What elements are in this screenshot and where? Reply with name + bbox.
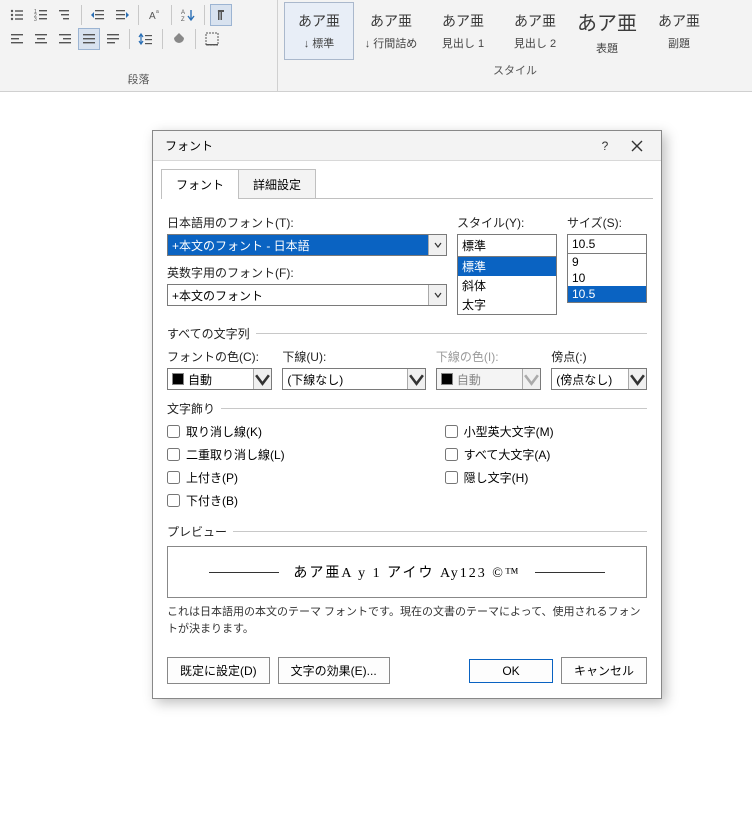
underline-combo[interactable]: (下線なし) — [282, 368, 426, 390]
style-label: スタイル(Y): — [457, 214, 557, 231]
preview-note: これは日本語用の本文のテーマ フォントです。現在の文書のテーマによって、使用され… — [167, 604, 647, 637]
ribbon: 123 Aa AZ — [0, 0, 752, 92]
align-center-icon[interactable] — [30, 28, 52, 50]
style-option[interactable]: 斜体 — [458, 276, 556, 295]
preview-label: プレビュー — [167, 523, 227, 540]
strike-checkbox[interactable]: 取り消し線(K) — [167, 423, 285, 440]
set-default-button[interactable]: 既定に設定(D) — [167, 657, 270, 684]
outdent-icon[interactable] — [87, 4, 109, 26]
dialog-titlebar: フォント ? — [153, 131, 661, 161]
style-nospacing[interactable]: あア亜↓ 行間詰め — [356, 2, 426, 60]
color-swatch-icon — [441, 373, 453, 385]
dialog-title: フォント — [165, 137, 589, 154]
indent-icon[interactable] — [111, 4, 133, 26]
style-option[interactable]: 太字 — [458, 295, 556, 314]
svg-text:3: 3 — [34, 17, 37, 23]
allcaps-checkbox[interactable]: すべて大文字(A) — [445, 446, 554, 463]
dialog-tabs: フォント 詳細設定 — [153, 161, 661, 199]
hidden-checkbox[interactable]: 隠し文字(H) — [445, 469, 554, 486]
text-effects-button[interactable]: 文字の効果(E)... — [278, 657, 390, 684]
align-distributed-icon[interactable] — [102, 28, 124, 50]
sort-icon[interactable]: AZ — [177, 4, 199, 26]
borders-icon[interactable] — [201, 28, 223, 50]
style-title[interactable]: あア亜表題 — [572, 2, 642, 60]
line-spacing-icon[interactable] — [135, 28, 157, 50]
ascii-font-label: 英数字用のフォント(F): — [167, 264, 447, 281]
style-subtitle[interactable]: あア亜副題 — [644, 2, 714, 60]
font-color-label: フォントの色(C): — [167, 348, 272, 365]
all-chars-label: すべての文字列 — [167, 325, 250, 342]
size-option[interactable]: 9 — [568, 254, 646, 270]
double-strike-checkbox[interactable]: 二重取り消し線(L) — [167, 446, 285, 463]
emphasis-combo[interactable]: (傍点なし) — [551, 368, 647, 390]
style-value[interactable]: 標準 — [458, 235, 556, 257]
font-dialog: フォント ? フォント 詳細設定 日本語用のフォント(T): 英数字用のフォント… — [152, 130, 662, 699]
shading-icon[interactable] — [168, 28, 190, 50]
jp-font-combo[interactable] — [167, 234, 447, 256]
cancel-button[interactable]: キャンセル — [561, 657, 647, 684]
tab-advanced[interactable]: 詳細設定 — [238, 169, 316, 199]
color-swatch-icon — [172, 373, 184, 385]
show-marks-icon[interactable] — [210, 4, 232, 26]
chevron-down-icon[interactable] — [253, 369, 271, 389]
phonetic-icon[interactable]: Aa — [144, 4, 166, 26]
size-option[interactable]: 10.5 — [568, 286, 646, 302]
multilevel-icon[interactable] — [54, 4, 76, 26]
help-button[interactable]: ? — [589, 134, 621, 158]
ok-button[interactable]: OK — [469, 659, 553, 683]
close-button[interactable] — [621, 134, 653, 158]
jp-font-label: 日本語用のフォント(T): — [167, 214, 447, 231]
chevron-down-icon[interactable] — [407, 369, 425, 389]
align-justify-icon[interactable] — [78, 28, 100, 50]
paragraph-group-label: 段落 — [6, 69, 271, 89]
ascii-font-combo[interactable] — [167, 284, 447, 306]
style-normal[interactable]: あア亜↓ 標準 — [284, 2, 354, 60]
ascii-font-input[interactable] — [168, 285, 428, 305]
numbering-icon[interactable]: 123 — [30, 4, 52, 26]
preview-text: あア亜A y 1 アイウ Ay123 ©™ — [293, 562, 520, 582]
underline-label: 下線(U): — [282, 348, 426, 365]
font-color-combo[interactable]: 自動 — [167, 368, 272, 390]
paragraph-group: 123 Aa AZ — [0, 0, 278, 91]
styles-group-label: スタイル — [284, 60, 746, 80]
style-listbox[interactable]: 標準 標準 斜体 太字 — [457, 234, 557, 315]
smallcaps-checkbox[interactable]: 小型英大文字(M) — [445, 423, 554, 440]
bullets-icon[interactable] — [6, 4, 28, 26]
size-listbox[interactable]: 10.5 9 10 10.5 — [567, 234, 647, 303]
svg-text:Z: Z — [181, 17, 185, 23]
underline-color-combo: 自動 — [436, 368, 541, 390]
chevron-down-icon — [522, 369, 540, 389]
emphasis-label: 傍点(:) — [551, 348, 647, 365]
style-option[interactable]: 標準 — [458, 257, 556, 276]
size-option[interactable]: 10 — [568, 270, 646, 286]
svg-text:A: A — [181, 10, 185, 16]
styles-group: あア亜↓ 標準 あア亜↓ 行間詰め あア亜見出し 1 あア亜見出し 2 あア亜表… — [278, 0, 752, 91]
underline-color-label: 下線の色(I): — [436, 348, 541, 365]
size-label: サイズ(S): — [567, 214, 647, 231]
preview-box: あア亜A y 1 アイウ Ay123 ©™ — [167, 546, 647, 598]
decorations-label: 文字飾り — [167, 400, 215, 417]
size-value[interactable]: 10.5 — [568, 235, 646, 254]
superscript-checkbox[interactable]: 上付き(P) — [167, 469, 285, 486]
svg-text:A: A — [149, 11, 156, 22]
align-right-icon[interactable] — [54, 28, 76, 50]
tab-font[interactable]: フォント — [161, 169, 239, 199]
subscript-checkbox[interactable]: 下付き(B) — [167, 492, 285, 509]
jp-font-input[interactable] — [168, 235, 428, 255]
align-left-icon[interactable] — [6, 28, 28, 50]
chevron-down-icon[interactable] — [628, 369, 646, 389]
style-heading1[interactable]: あア亜見出し 1 — [428, 2, 498, 60]
style-heading2[interactable]: あア亜見出し 2 — [500, 2, 570, 60]
styles-gallery[interactable]: あア亜↓ 標準 あア亜↓ 行間詰め あア亜見出し 1 あア亜見出し 2 あア亜表… — [284, 0, 746, 60]
chevron-down-icon[interactable] — [428, 285, 446, 305]
chevron-down-icon[interactable] — [428, 235, 446, 255]
svg-text:a: a — [156, 9, 159, 15]
